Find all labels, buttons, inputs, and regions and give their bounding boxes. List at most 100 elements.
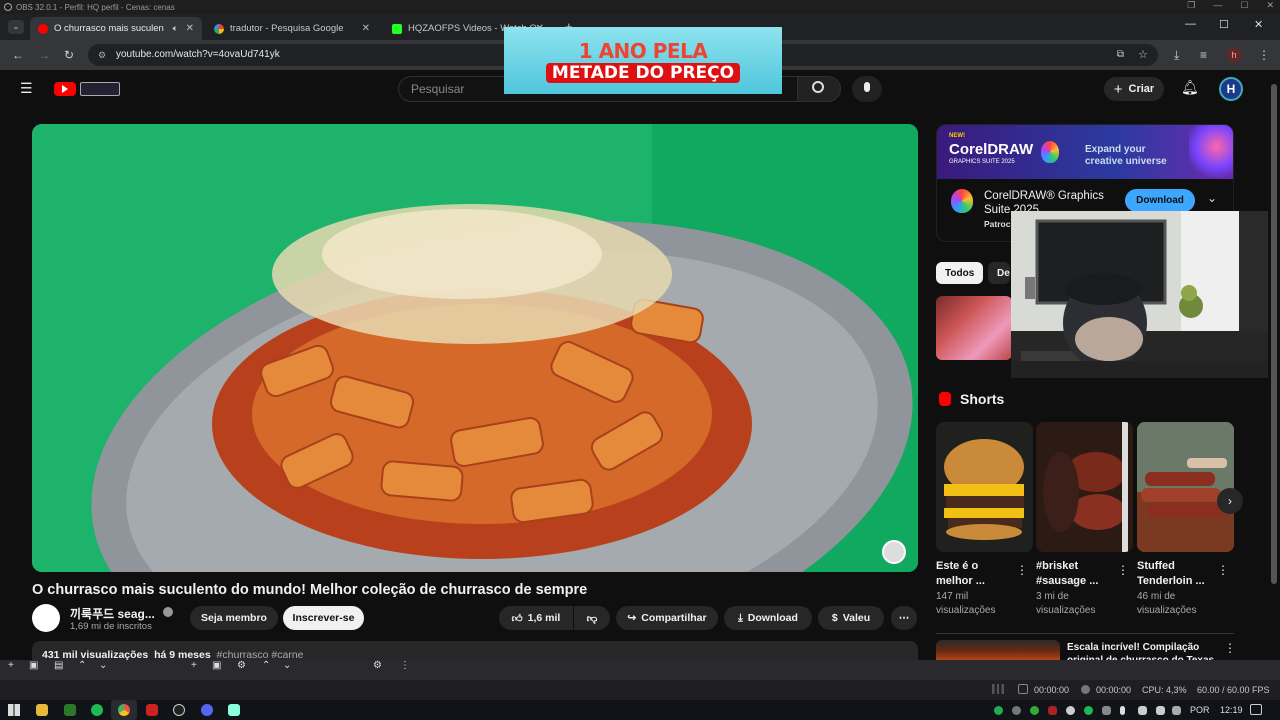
move-down-icon[interactable]: ⌄ — [99, 660, 107, 671]
short-views-unit: visualizações — [936, 605, 996, 616]
shorts-next-arrow-icon[interactable]: › — [1217, 488, 1243, 514]
notifications-bell-icon[interactable]: 🔔︎ — [1181, 79, 1199, 96]
close-window-icon[interactable]: ✕ — [1254, 18, 1263, 31]
tray-mic-icon[interactable] — [1120, 706, 1125, 715]
short-menu-icon-3[interactable]: ⋮ — [1217, 563, 1229, 577]
news-app-icon[interactable] — [146, 704, 158, 716]
subscribe-button[interactable]: Inscrever-se — [283, 606, 364, 630]
maximize-window-icon[interactable]: ☐ — [1219, 18, 1229, 31]
app-icon-green[interactable] — [64, 704, 76, 716]
download-icon[interactable]: ⤓ — [1174, 48, 1179, 63]
short-thumbnail-2[interactable] — [1036, 422, 1133, 552]
tray-icon-4[interactable] — [1048, 706, 1057, 715]
tray-volume-icon[interactable] — [1156, 706, 1165, 715]
subscriber-count: 1,69 mi de inscritos — [70, 621, 152, 632]
channel-avatar[interactable] — [32, 604, 60, 632]
next-video-thumbnail[interactable] — [936, 640, 1060, 662]
spotify-icon[interactable] — [91, 704, 103, 716]
dislike-button[interactable]: 👎︎ — [574, 606, 610, 630]
chip-from-channel[interactable]: De — [988, 262, 1010, 284]
forward-icon[interactable]: → — [38, 48, 50, 62]
tray-icon-5[interactable] — [1066, 706, 1075, 715]
windows-start-icon[interactable] — [8, 704, 20, 716]
channel-name[interactable]: 끼룩푸드 seag... — [70, 605, 155, 622]
short-thumbnail-3[interactable] — [1137, 422, 1234, 552]
tray-network-icon[interactable] — [1138, 706, 1147, 715]
ad-banner[interactable]: NEW! CorelDRAW GRAPHICS SUITE 2025 Expan… — [937, 125, 1233, 179]
download-button[interactable]: ⤓ Download — [724, 606, 812, 630]
search-button[interactable] — [797, 76, 841, 102]
reload-icon[interactable]: ↻ — [64, 48, 74, 62]
ad-expand-chevron-icon[interactable]: ⌄ — [1207, 191, 1217, 205]
shorts-icon — [939, 392, 951, 406]
file-explorer-icon[interactable] — [36, 704, 48, 716]
source-up-icon[interactable]: ⌃ — [262, 660, 270, 671]
add-scene-icon[interactable]: + — [8, 660, 14, 671]
mixer-settings-icon[interactable]: ⚙ — [373, 660, 382, 671]
maximize-icon[interactable]: ☐ — [1240, 0, 1248, 11]
tray-icon-7[interactable] — [1102, 706, 1111, 715]
tab-google[interactable]: tradutor - Pesquisa Google ✕ — [206, 17, 378, 40]
obs-app-icon[interactable] — [173, 704, 185, 716]
create-button[interactable]: + Criar — [1104, 77, 1164, 101]
taskbar-lang[interactable]: POR — [1190, 705, 1210, 715]
minimize-icon[interactable]: — — [1213, 0, 1222, 11]
mixer-menu-icon[interactable]: ⋮ — [400, 660, 410, 671]
thanks-button[interactable]: $ Valeu — [818, 606, 884, 630]
join-button[interactable]: Seja membro — [190, 606, 278, 630]
more-actions-button[interactable]: ⋯ — [891, 606, 917, 630]
scrollbar-thumb[interactable] — [1271, 84, 1277, 584]
add-source-icon[interactable]: + — [191, 660, 197, 671]
tray-icon-1[interactable] — [994, 706, 1003, 715]
remove-source-icon[interactable]: ▣ — [212, 660, 221, 671]
source-down-icon[interactable]: ⌄ — [283, 660, 291, 671]
move-up-icon[interactable]: ⌃ — [78, 660, 86, 671]
menu-dots-icon[interactable]: ⋮ — [1258, 48, 1270, 62]
tab-search-icon[interactable]: ⌄ — [8, 20, 24, 34]
channel-watermark-icon[interactable] — [882, 540, 906, 564]
close-icon[interactable]: ✕ — [1266, 0, 1274, 11]
source-settings-icon[interactable]: ⚙ — [237, 660, 246, 671]
related-thumbnail[interactable] — [936, 296, 1012, 360]
scene-filter-icon[interactable]: ▤ — [54, 660, 63, 671]
download-icon: ⤓ — [738, 611, 743, 624]
short-title-2[interactable]: #brisket #sausage ... — [1036, 559, 1116, 589]
site-info-icon[interactable]: ⚙ — [98, 44, 106, 66]
ad-download-button[interactable]: Download — [1125, 189, 1195, 212]
short-menu-icon-1[interactable]: ⋮ — [1016, 563, 1028, 577]
speaker-icon[interactable]: 🔈︎ — [173, 23, 178, 34]
tray-spotify-icon[interactable] — [1084, 706, 1093, 715]
notes-app-icon[interactable] — [228, 704, 240, 716]
account-avatar[interactable]: H — [1219, 77, 1243, 101]
close-tab-icon[interactable]: ✕ — [362, 23, 370, 34]
install-icon[interactable]: ⧉ — [1117, 44, 1124, 66]
remove-scene-icon[interactable]: ▣ — [29, 660, 38, 671]
next-video-menu-icon[interactable]: ⋮ — [1224, 641, 1236, 655]
back-icon[interactable]: ← — [12, 48, 24, 62]
taskbar-clock[interactable]: 12:19 — [1220, 705, 1243, 715]
short-menu-icon-2[interactable]: ⋮ — [1117, 563, 1129, 577]
tab-youtube[interactable]: O churrasco mais suculento do mundo 🔈︎ ✕ — [30, 17, 202, 40]
video-player[interactable] — [32, 124, 918, 572]
media-controls-icon[interactable]: ≡ — [1200, 48, 1207, 62]
minimize-window-icon[interactable]: — — [1185, 18, 1196, 30]
promo-line-2: METADE DO PREÇO — [545, 62, 741, 83]
voice-search-button[interactable] — [852, 76, 882, 102]
chip-all[interactable]: Todos — [936, 262, 984, 284]
page-scrollbar[interactable] — [1268, 70, 1280, 660]
restore-icon[interactable]: ❐ — [1187, 0, 1195, 11]
short-title-3[interactable]: Stuffed Tenderloin ... — [1137, 559, 1217, 589]
discord-icon[interactable] — [201, 704, 213, 716]
tray-icon-2[interactable] — [1012, 706, 1021, 715]
profile-avatar[interactable]: h — [1226, 47, 1242, 63]
short-title-1[interactable]: Este é o melhor ... — [936, 559, 1016, 589]
like-button[interactable]: 👍︎ 1,6 mil — [499, 606, 573, 630]
short-thumbnail-1[interactable] — [936, 422, 1033, 552]
share-button[interactable]: ↪ Compartilhar — [616, 606, 718, 630]
tray-icon-3[interactable] — [1030, 706, 1039, 715]
hamburger-menu-icon[interactable]: ☰ — [20, 80, 33, 97]
tray-icon-11[interactable] — [1172, 706, 1181, 715]
close-tab-icon[interactable]: ✕ — [186, 23, 194, 34]
notification-center-icon[interactable] — [1250, 704, 1262, 715]
bookmark-star-icon[interactable]: ☆ — [1138, 44, 1148, 66]
